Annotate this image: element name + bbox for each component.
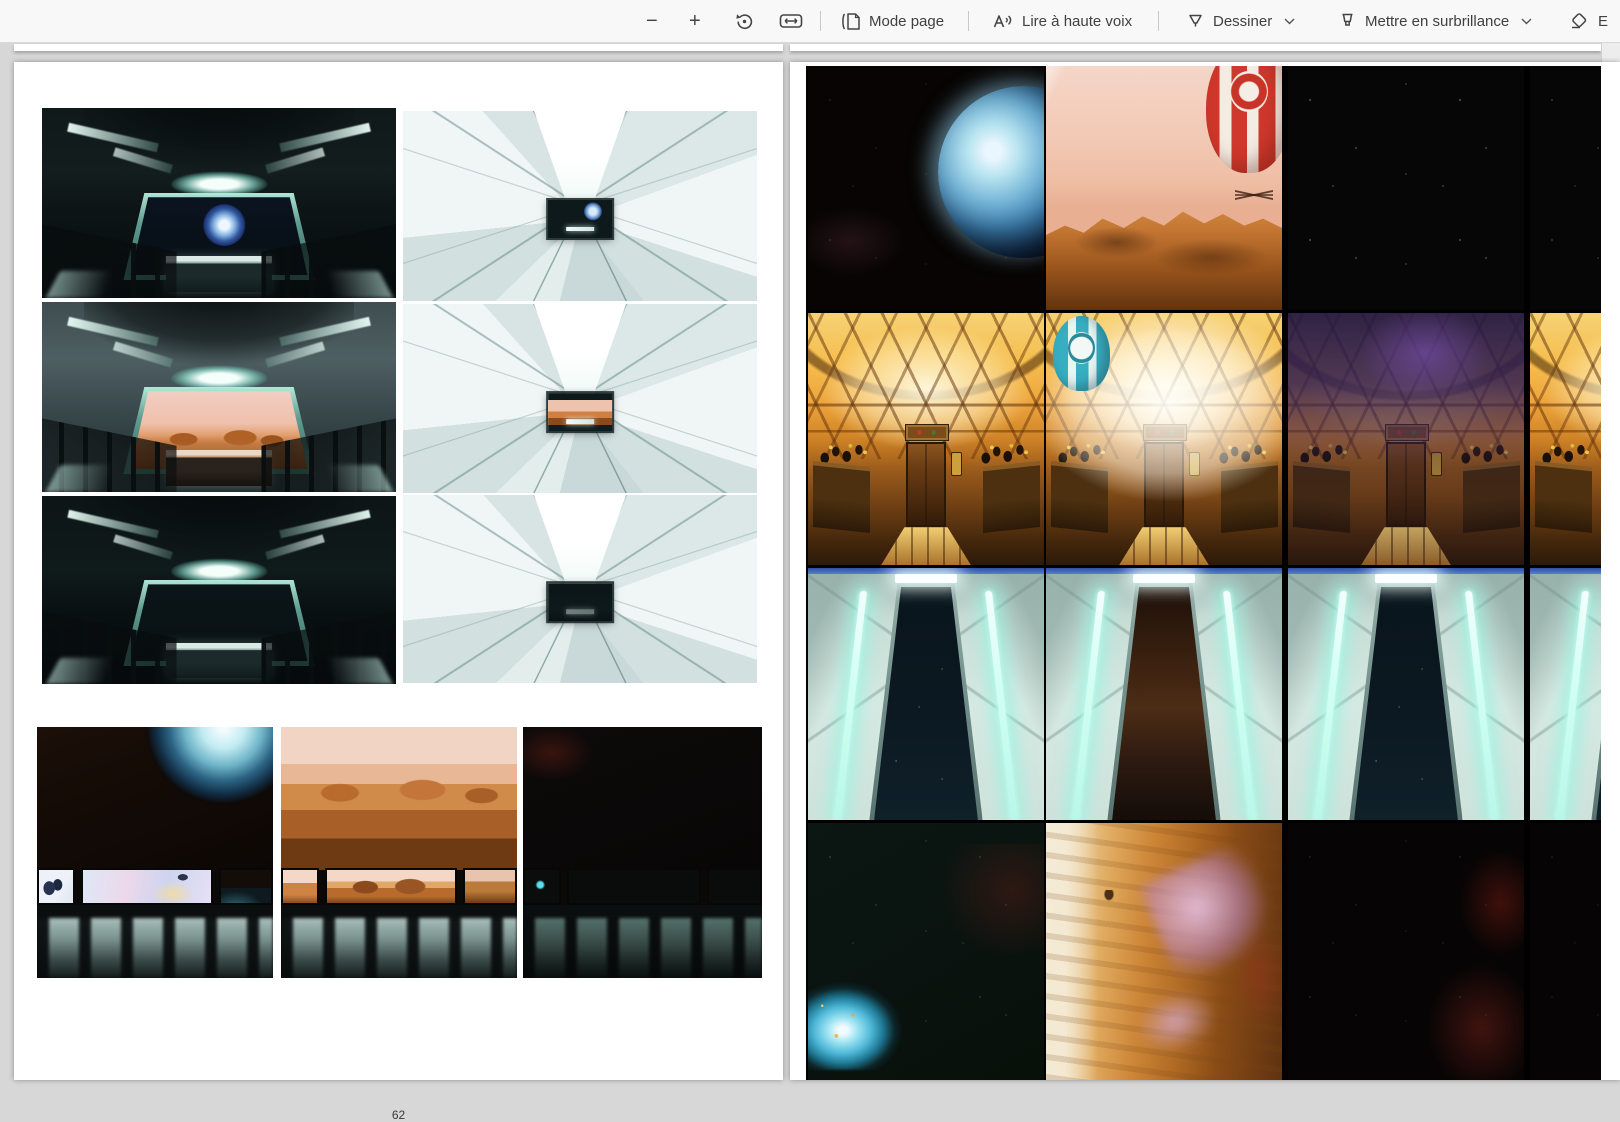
rotate-button[interactable] [735,0,754,42]
highlight-button[interactable]: Mettre en surbrillance [1338,0,1532,42]
artwork-spaceship-atrium-window-dark [42,496,396,684]
chevron-down-icon[interactable] [1521,18,1532,25]
artwork-white-corridor-planet-view [403,111,757,301]
draw-button[interactable]: Dessiner [1186,0,1295,42]
artwork-nebula-burst-dark [808,823,1044,1080]
image-grid-background [806,66,1601,1080]
rotate-icon [735,12,754,31]
highlighter-icon [1338,12,1357,30]
page-mode-icon [840,12,861,31]
artwork-spaceship-atrium-window-planet [42,108,396,298]
artwork-space-blue-planet [808,66,1044,310]
read-aloud-icon [992,12,1014,30]
fit-width-icon [779,12,803,30]
artwork-greenhouse-partial [1530,313,1601,565]
artwork-greenhouse-bright-balloon [1046,313,1282,565]
previous-page-edge [790,44,1601,51]
minus-icon: − [646,10,658,33]
artwork-cockpit-canyon-view [281,727,517,978]
page-number: 62 [14,1108,783,1122]
pdf-page-left: 62 [14,62,783,1080]
artwork-canyon-hot-air-balloon [1046,66,1282,310]
erase-button[interactable]: E [1568,0,1608,42]
zoom-in-button[interactable]: + [689,0,701,42]
toolbar-separator [1158,11,1159,31]
artwork-dark-partial [1530,823,1601,1080]
zoom-out-button[interactable]: − [646,0,658,42]
artwork-monolith-door-partial [1530,568,1601,820]
fit-width-button[interactable] [779,0,803,42]
read-aloud-button[interactable]: Lire à haute voix [992,0,1132,42]
plus-icon: + [689,10,701,33]
artwork-cockpit-planet-above [37,727,273,978]
artwork-greenhouse-night-purple [1288,313,1524,565]
artwork-spaceship-atrium-window-canyon [42,302,396,492]
artwork-dark-red-shapes [1288,823,1524,1080]
artwork-white-corridor-dark-view [403,495,757,683]
previous-page-edge [14,44,783,51]
artwork-monolith-door-brown [1046,568,1282,820]
artwork-starfield [1288,66,1524,310]
draw-label: Dessiner [1213,13,1272,30]
page-mode-button[interactable]: Mode page [840,0,944,42]
highlight-label: Mettre en surbrillance [1365,13,1509,30]
chevron-down-icon[interactable] [1284,18,1295,25]
page-mode-label: Mode page [869,13,944,30]
artwork-cockpit-dark [523,727,762,978]
toolbar-separator [968,11,969,31]
artwork-monolith-door-stars-2 [1288,568,1524,820]
pdf-toolbar: − + Mode page Lire à haute voix Dessiner… [0,0,1620,43]
artwork-white-corridor-canyon-view [403,304,757,493]
erase-label: E [1598,13,1608,30]
artwork-monolith-door-stars [808,568,1044,820]
artwork-starfield-partial [1530,66,1601,310]
artwork-greenhouse-golden [808,313,1044,565]
artwork-canyon-wall-closeup [1046,823,1282,1080]
pen-icon [1186,12,1205,30]
toolbar-separator [820,11,821,31]
read-aloud-label: Lire à haute voix [1022,13,1132,30]
eraser-icon [1568,11,1590,31]
pdf-page-right [790,62,1620,1080]
